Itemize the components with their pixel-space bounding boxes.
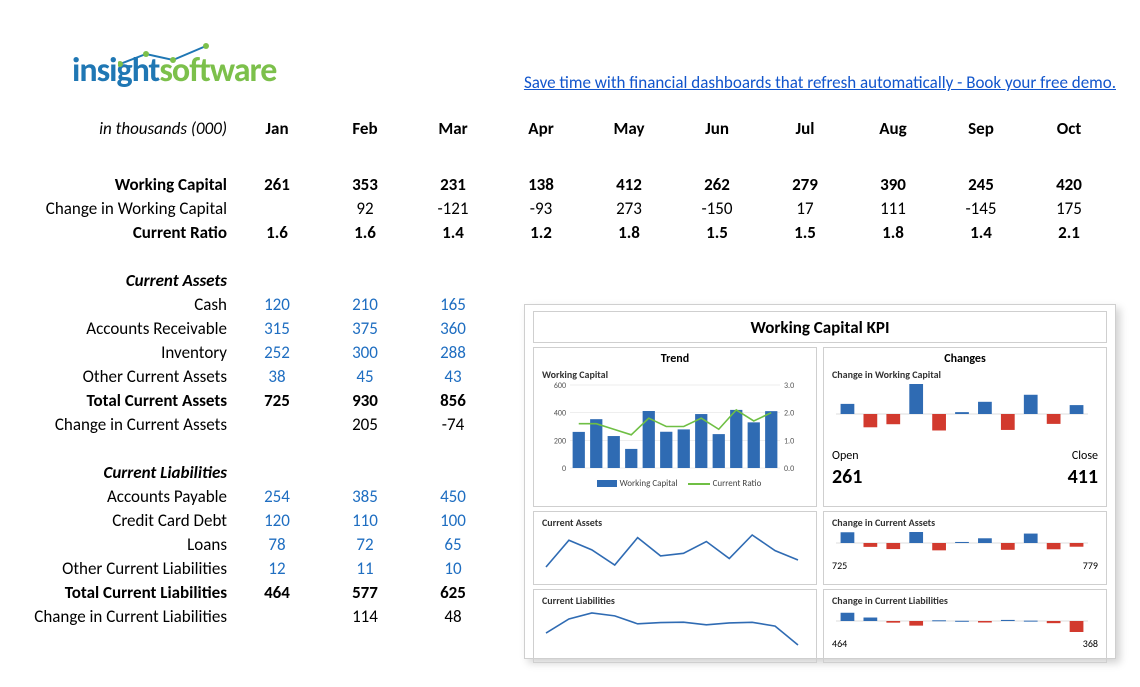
card-current-assets: Current Assets [533,511,817,585]
svg-text:1.0: 1.0 [784,436,794,446]
months-header-row: in thousands (000) Jan Feb Mar Apr May J… [22,116,1113,140]
month-header: Jul [761,118,849,139]
month-header: May [585,118,673,139]
cca-chart [832,529,1092,557]
close-value: 411 [1068,465,1098,489]
open-value: 261 [832,465,862,489]
row-working-capital: Working Capital2613532311384122622793902… [22,172,1113,196]
cca-sub: Change in Current Assets [832,516,1098,529]
trend-header: Trend [542,352,808,366]
changes-sub: Change in Working Capital [832,368,1098,381]
trend-sub: Working Capital [542,368,808,381]
month-header: Jan [233,118,321,139]
card-change-ca: Change in Current Assets 725 779 [823,511,1107,585]
cca-close: 779 [1083,559,1098,572]
card-changes: Changes Change in Working Capital Open C… [823,347,1107,507]
logo-swoosh-icon [118,42,278,72]
ccl-open: 464 [832,637,847,650]
svg-text:3.0: 3.0 [784,381,794,391]
month-header: Oct [1025,118,1113,139]
month-header: Mar [409,118,497,139]
month-header: Jun [673,118,761,139]
section-assets: Current Assets [22,270,233,291]
changes-header: Changes [832,352,1098,366]
promo-link[interactable]: Save time with financial dashboards that… [524,72,1116,93]
svg-text:2.0: 2.0 [784,409,794,419]
section-liab: Current Liabilities [22,462,233,483]
cl-sub: Current Liabilities [542,594,808,607]
ca-sparkline [542,529,802,573]
panel-title: Working Capital KPI [533,311,1107,343]
logo: insightsoftware [72,50,342,91]
ca-sub: Current Assets [542,516,808,529]
open-label: Open [832,449,859,463]
row-current-ratio: Current Ratio1.61.61.41.21.81.51.51.81.4… [22,220,1113,244]
card-change-cl: Change in Current Liabilities 464 368 [823,589,1107,663]
svg-text:0: 0 [562,464,566,474]
card-trend: Trend Working Capital 0 200 400 600 0.0 1.0 2.… [533,347,817,507]
trend-legend: Working Capital Current Ratio [542,478,808,489]
combo-chart: 0 200 400 600 0.0 1.0 2.0 3.0 [542,381,802,476]
month-header: Aug [849,118,937,139]
units-label: in thousands (000) [22,118,233,139]
card-current-liab: Current Liabilities [533,589,817,663]
svg-text:200: 200 [554,436,566,446]
month-header: Apr [497,118,585,139]
ccl-chart [832,607,1092,635]
kpi-panel: Working Capital KPI Trend Working Capita… [524,304,1116,659]
change-wc-chart [832,381,1092,447]
month-header: Sep [937,118,1025,139]
ccl-sub: Change in Current Liabilities [832,594,1098,607]
svg-text:400: 400 [554,409,566,419]
month-header: Feb [321,118,409,139]
cl-sparkline [542,607,802,651]
svg-text:600: 600 [554,381,566,391]
ccl-close: 368 [1083,637,1098,650]
close-label: Close [1072,449,1098,463]
row-change-wc: Change in Working Capital92-121-93273-15… [22,196,1113,220]
svg-text:0.0: 0.0 [784,464,794,474]
cca-open: 725 [832,559,847,572]
